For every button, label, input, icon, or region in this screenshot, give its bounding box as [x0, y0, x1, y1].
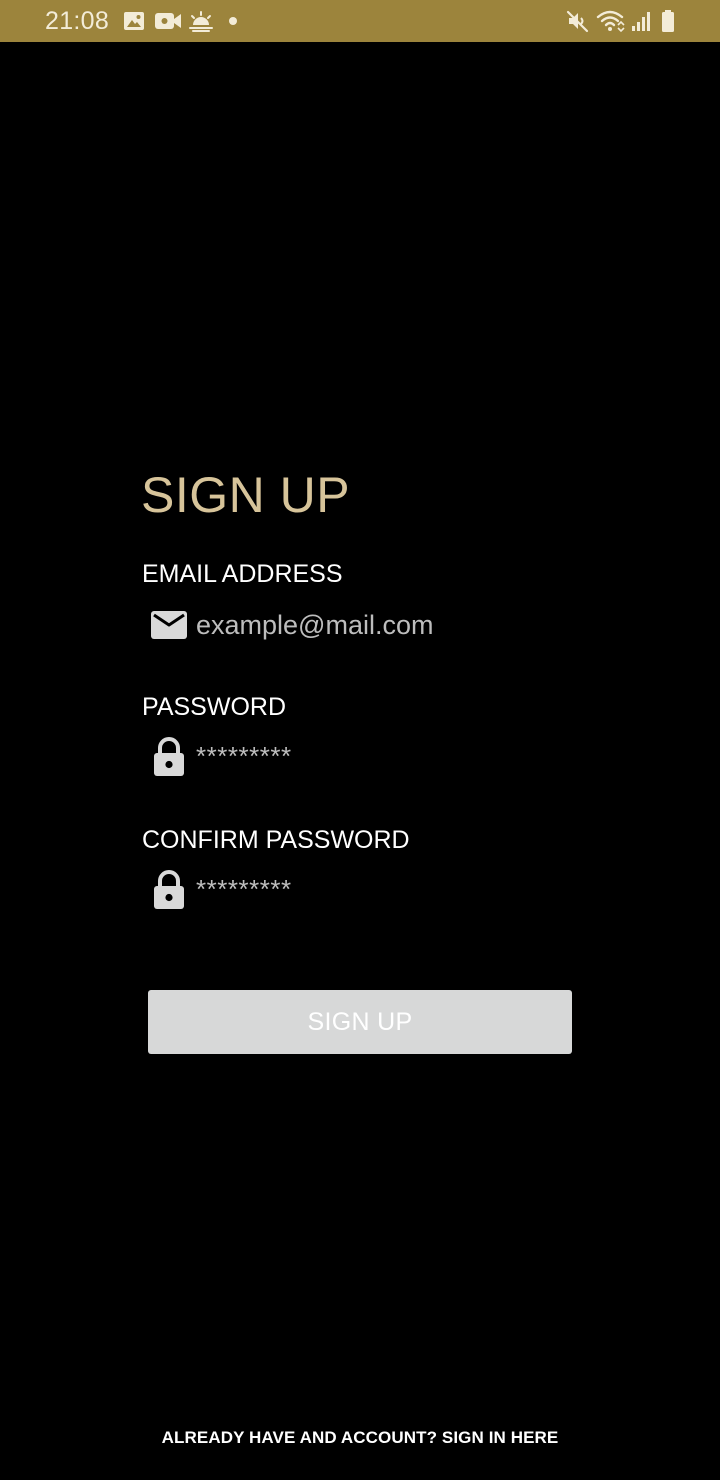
image-icon — [124, 12, 144, 30]
mute-icon — [566, 10, 589, 33]
confirm-password-label: CONFIRM PASSWORD — [142, 826, 410, 854]
page-title: SIGN UP — [141, 467, 351, 523]
password-field-row[interactable]: ********* — [150, 736, 570, 782]
confirm-password-field-row[interactable]: ********* — [150, 869, 570, 915]
status-bar: 21:08 — [0, 0, 720, 42]
email-input[interactable] — [196, 602, 556, 648]
cellular-signal-icon — [632, 12, 650, 31]
mail-icon — [151, 611, 187, 639]
video-camera-icon — [155, 13, 181, 29]
password-label: PASSWORD — [142, 693, 286, 721]
status-time: 21:08 — [45, 7, 110, 35]
sign-up-button[interactable]: SIGN UP — [148, 990, 572, 1054]
confirm-password-input[interactable]: ********* — [196, 869, 292, 909]
notification-dot-icon — [229, 17, 237, 25]
weather-icon — [189, 11, 213, 32]
sign-in-link[interactable]: ALREADY HAVE AND ACCOUNT? SIGN IN HERE — [0, 1426, 720, 1450]
battery-icon — [662, 10, 674, 32]
email-field-row[interactable] — [150, 602, 570, 648]
wifi-icon — [596, 10, 625, 33]
lock-icon — [154, 737, 184, 776]
email-label: EMAIL ADDRESS — [142, 560, 343, 588]
lock-icon — [154, 870, 184, 909]
password-input[interactable]: ********* — [196, 736, 292, 776]
